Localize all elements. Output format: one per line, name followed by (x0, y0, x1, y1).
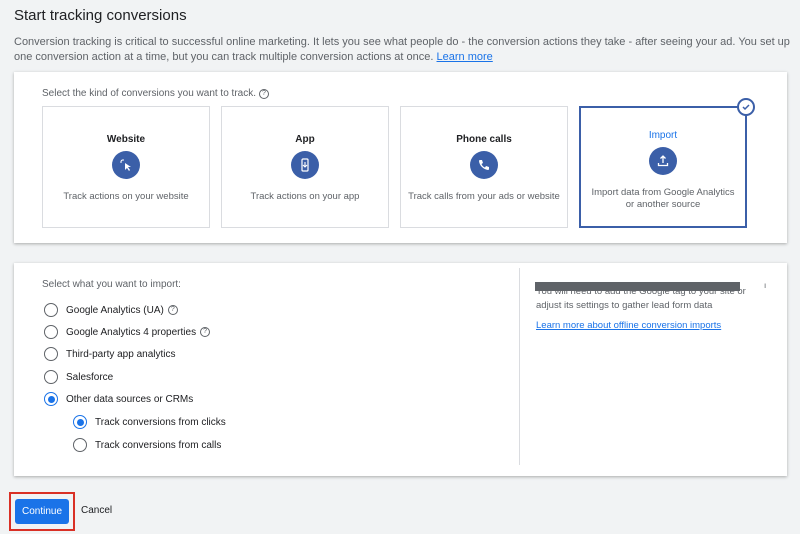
tile-website[interactable]: Website Track actions on your website (42, 106, 210, 228)
option-label: Track conversions from calls (95, 439, 222, 451)
radio-button[interactable] (73, 415, 87, 429)
option-salesforce[interactable]: Salesforce (44, 370, 113, 384)
help-icon[interactable]: ? (200, 327, 211, 337)
intro-body: Conversion tracking is critical to succe… (14, 36, 790, 63)
cursor-click-icon (112, 151, 140, 179)
option-label: Google Analytics 4 properties (66, 326, 197, 338)
phone-icon (470, 151, 498, 179)
page-title: Start tracking conversions (14, 7, 187, 24)
tile-app[interactable]: App Track actions on your app (221, 106, 389, 228)
tile-import[interactable]: Import Import data from Google Analytics… (579, 98, 755, 228)
tile-title: Import (648, 130, 678, 141)
tile-desc: Track actions on your website (63, 191, 189, 202)
mobile-download-icon (291, 151, 319, 179)
help-icon[interactable]: ? (167, 305, 178, 315)
import-source-card: Select what you want to import: Google A… (14, 263, 787, 476)
tile-title: Website (106, 134, 146, 145)
tile-desc: Import data from Google Analytics or ano… (591, 187, 735, 210)
continue-button[interactable]: Continue (15, 499, 69, 524)
conversion-kind-card: Select the kind of conversions you want … (14, 72, 787, 243)
radio-button[interactable] (44, 325, 58, 339)
radio-button[interactable] (73, 438, 87, 452)
help-icon[interactable]: ? (259, 88, 269, 99)
import-prompt: Select what you want to import: (42, 279, 181, 290)
radio-button[interactable] (44, 370, 58, 384)
check-circle-icon (737, 98, 755, 116)
radio-button[interactable] (44, 347, 58, 361)
side-mark: ı (764, 281, 767, 290)
tile-phone-calls[interactable]: Phone calls Track calls from your ads or… (400, 106, 568, 228)
tile-title: App (295, 134, 315, 145)
option-label: Salesforce (66, 371, 114, 383)
kind-prompt-label: Select the kind of conversions you want … (42, 88, 256, 99)
option-label: Third-party app analytics (66, 348, 176, 360)
option-google-analytics-ua[interactable]: Google Analytics (UA) ? (44, 303, 178, 317)
radio-button[interactable] (44, 392, 58, 406)
kind-prompt: Select the kind of conversions you want … (42, 88, 269, 99)
tile-title: Phone calls (456, 134, 512, 145)
option-label: Google Analytics (UA) (66, 304, 164, 316)
option-label: Track conversions from clicks (95, 416, 226, 428)
suboption-clicks[interactable]: Track conversions from clicks (73, 415, 226, 429)
option-label: Other data sources or CRMs (66, 393, 194, 405)
tile-desc: Track calls from your ads or website (408, 191, 560, 202)
upload-icon (649, 147, 677, 175)
radio-button[interactable] (44, 303, 58, 317)
divider (519, 268, 520, 465)
tile-desc: Track actions on your app (250, 191, 360, 202)
option-google-analytics-4[interactable]: Google Analytics 4 properties ? (44, 325, 211, 339)
option-other-sources[interactable]: Other data sources or CRMs (44, 392, 193, 406)
offline-imports-link[interactable]: Learn more about offline conversion impo… (536, 320, 721, 331)
suboption-calls[interactable]: Track conversions from calls (73, 438, 221, 452)
learn-more-link[interactable]: Learn more (437, 51, 493, 63)
cancel-button[interactable]: Cancel (81, 505, 112, 516)
redaction-bar (535, 282, 740, 291)
intro-text: Conversion tracking is critical to succe… (14, 35, 794, 65)
option-third-party-app[interactable]: Third-party app analytics (44, 347, 176, 361)
